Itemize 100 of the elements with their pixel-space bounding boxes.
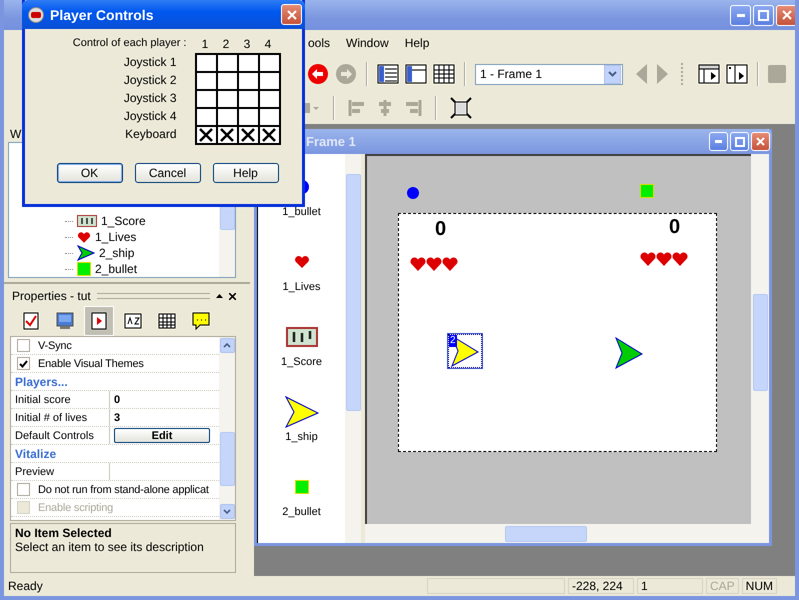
tree-item[interactable]: 1_Score [9,213,219,229]
scrollbar[interactable] [751,154,769,524]
frame-dropdown[interactable]: 1 - Frame 1 [475,64,623,84]
close-icon [782,10,792,20]
square-icon [77,262,91,276]
run-frame-icon[interactable] [698,64,720,84]
ball-object[interactable] [407,187,419,199]
close-button[interactable] [776,4,795,26]
checkbox[interactable] [17,339,30,352]
document-play-icon [91,312,107,330]
checkbox-label: Enable Visual Themes [38,358,144,370]
dialog-button[interactable]: Cancel [134,163,200,183]
checklist-icon [23,312,39,330]
object-label: 1_Lives [282,281,320,293]
score-counter[interactable]: 0 [435,218,446,240]
control-cell[interactable] [258,125,280,145]
panel-view-icon[interactable] [405,64,427,84]
monitor-icon [56,312,74,330]
dialog-button[interactable]: OK [56,163,122,183]
ship-object[interactable]: 2 [448,334,482,368]
maximize-button[interactable] [730,132,749,151]
close-icon [756,137,765,146]
control-cell[interactable] [216,125,238,145]
minimize-button[interactable] [709,132,728,151]
cross-icon [262,128,276,142]
table-icon [158,313,176,329]
scroll-down-button[interactable] [220,504,234,519]
menu-item[interactable]: ools [308,36,330,50]
control-label: Joystick 1 [122,55,178,69]
checkbox[interactable] [17,483,30,496]
player-number: 3 [242,37,252,53]
close-icon[interactable] [229,292,236,300]
checkbox-label: Enable scripting [38,502,114,514]
property-name: Initial # of lives [11,409,110,426]
checkbox-label: Do not run from stand-alone applicat [38,484,209,496]
chevron-down-icon [608,71,617,77]
property-name: Preview [11,463,110,480]
app-icon [28,6,44,22]
lives-hearts-drawing[interactable] [410,256,458,272]
tree-item[interactable]: 2_ship [9,245,219,261]
pin-icon[interactable] [216,294,223,298]
dialog-title: Player Controls [50,6,154,22]
scrollbar[interactable] [365,524,769,543]
counter-icon[interactable] [286,327,318,347]
grid-view-icon[interactable] [433,64,455,84]
section-header: Players... [14,374,68,388]
panel-title: Properties - tut [12,289,91,303]
properties-tab[interactable] [84,306,114,336]
property-value: 0 [114,394,120,406]
lives-hearts-drawing[interactable] [640,251,688,267]
menu-item[interactable]: Window [346,36,389,50]
checkbox-label: V-Sync [38,340,72,352]
scrollbar[interactable] [219,337,235,520]
dialog-button[interactable]: Help [212,163,278,183]
run-application-icon[interactable] [726,64,748,84]
scrollbar[interactable] [345,154,361,543]
status-pane: CAP [706,578,739,594]
arrow-ship-icon [615,337,643,369]
description-text: Select an item to see its description [15,540,205,554]
cross-icon [241,128,255,142]
close-button[interactable] [281,4,302,25]
score-counter[interactable]: 0 [669,216,680,238]
player-number: 1 [200,37,210,53]
close-button[interactable] [751,132,770,151]
comment-icon [192,312,210,330]
list-view-icon[interactable] [377,64,399,84]
control-cell[interactable] [236,125,260,145]
object-label: 1_Score [281,356,322,368]
status-pane: NUM [742,578,777,594]
resize-frame-icon[interactable] [450,97,472,119]
description-title: No Item Selected [15,526,113,540]
counter-icon [77,215,97,227]
minimize-button[interactable] [730,4,751,26]
arrow-ship-icon[interactable] [284,396,318,428]
back-icon[interactable] [307,63,329,85]
cross-icon [199,128,213,142]
object-label: 2_bullet [282,506,321,518]
checkbox[interactable] [17,357,30,370]
property-name: Default Controls [11,427,110,444]
grid-header-label: Control of each player : [72,37,188,51]
status-pane: 1 [636,578,703,594]
control-cell[interactable] [194,125,218,145]
minimize-icon [736,14,744,16]
tree-item[interactable]: 2_bullet [9,261,219,277]
chevron-down-icon [223,509,231,514]
scroll-up-button[interactable] [220,338,234,353]
property-value: 3 [114,412,120,424]
tree-item[interactable]: 1_Lives [9,229,219,245]
property-name: Initial score [11,391,110,408]
layer-badge: 2 [449,335,457,347]
check-icon [19,360,28,368]
cross-icon [220,128,234,142]
maximize-button[interactable] [753,4,774,26]
sort-icon [124,313,142,329]
minimize-icon [715,140,722,143]
heart-icon[interactable] [294,255,310,269]
menu-item[interactable]: Help [404,36,430,50]
heart-icon [77,230,91,244]
object-label: 1_bullet [282,206,321,218]
edit-button[interactable]: Edit [114,428,210,443]
